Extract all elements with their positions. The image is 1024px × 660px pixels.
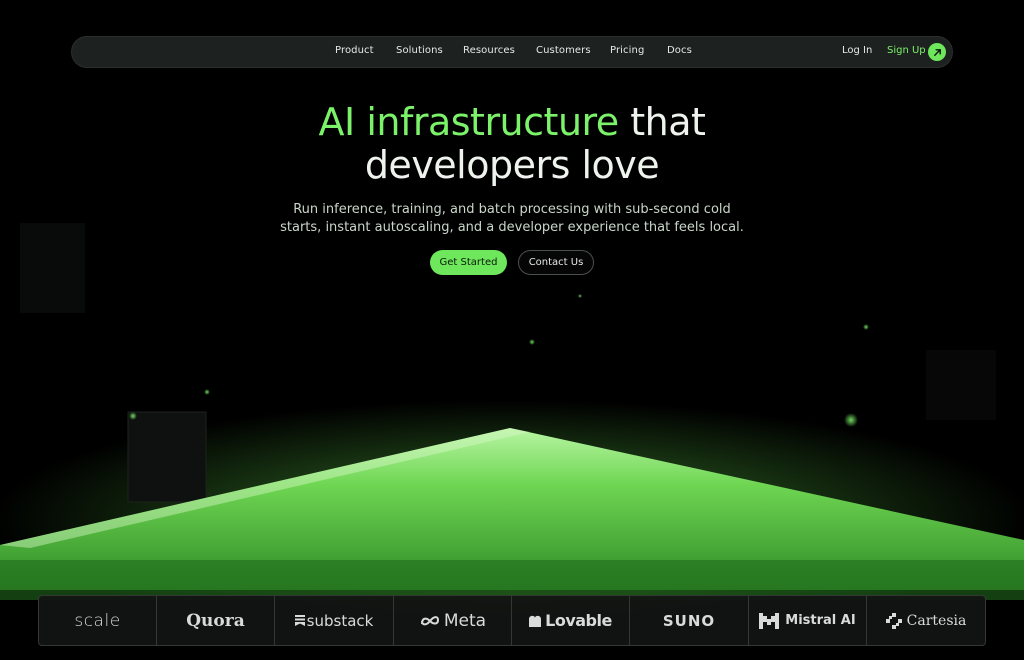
logo-mistral: Mistral AI [749,596,867,645]
logo-cartesia: Cartesia [867,596,985,645]
logo-suno: SUNO [630,596,749,645]
nav-link-product[interactable]: Product [335,45,374,56]
signup-link[interactable]: Sign Up [887,45,926,56]
get-started-button[interactable]: Get Started [430,250,507,275]
logo-quora: Quora [157,596,275,645]
glowing-platform-illustration [0,223,1024,640]
logo-lovable: Lovable [512,596,630,645]
top-navigation-bar: Product Solutions Resources Customers Pr… [71,36,953,68]
lovable-heart-icon [529,615,542,627]
hero-headline-line1: AI infrastructure that [0,101,1024,143]
substack-icon [294,615,305,626]
mistral-icon [759,612,780,629]
login-link[interactable]: Log In [842,45,872,56]
logo-substack: substack [275,596,394,645]
nav-link-resources[interactable]: Resources [463,45,515,56]
hero-headline-line2: developers love [364,143,660,187]
hero-subtitle-line1: Run inference, training, and batch proce… [293,202,731,217]
arrow-up-right-icon[interactable] [928,43,946,61]
hero-subtitle-line2: starts, instant autoscaling, and a devel… [280,220,744,235]
headline-accent: AI infrastructure [318,100,620,144]
contact-us-button[interactable]: Contact Us [518,250,594,275]
logo-meta: Meta [394,596,512,645]
headline-rest: that [618,100,706,144]
nav-link-customers[interactable]: Customers [536,45,591,56]
nav-link-pricing[interactable]: Pricing [610,45,644,56]
cartesia-icon [885,612,902,629]
hero-background [0,0,1024,660]
nav-link-solutions[interactable]: Solutions [396,45,443,56]
customer-logo-bar: scale Quora substack Meta Lovable SUNO M… [38,595,986,646]
logo-scale: scale [39,596,157,645]
meta-infinity-icon [420,615,439,625]
nav-link-docs[interactable]: Docs [667,45,692,56]
